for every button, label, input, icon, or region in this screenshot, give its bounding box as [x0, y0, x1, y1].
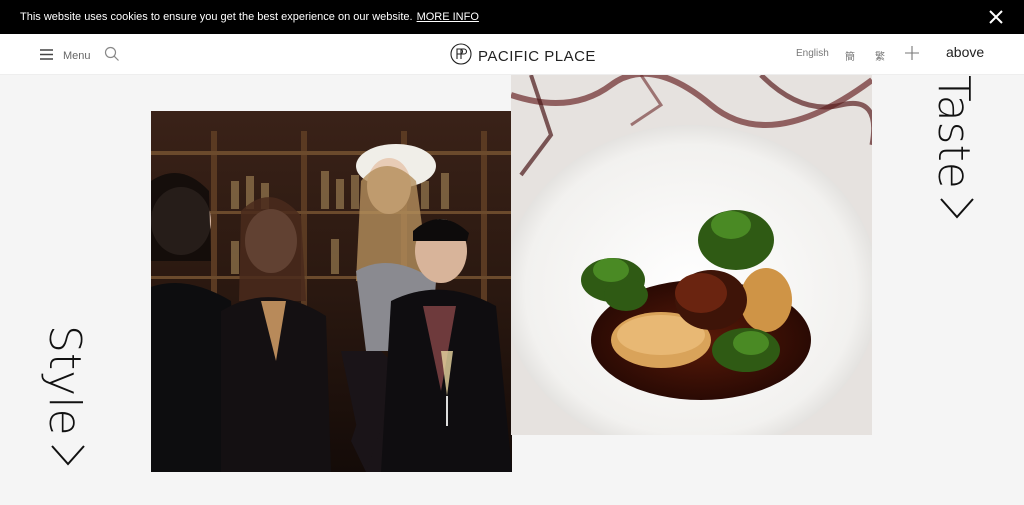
hamburger-icon — [40, 47, 53, 65]
site-header: Menu PACIFIC PLACE English 簡 繁 above — [0, 34, 1024, 75]
pacific-place-monogram-icon — [450, 43, 472, 70]
style-label: Style — [39, 325, 90, 436]
chevron-right-icon — [39, 444, 90, 466]
taste-photo[interactable] — [511, 75, 872, 435]
taste-label: Taste — [928, 75, 979, 189]
search-icon[interactable] — [104, 46, 120, 67]
style-section-link[interactable]: Style — [39, 325, 90, 475]
style-photo[interactable] — [151, 111, 512, 472]
site-logo[interactable]: PACIFIC PLACE — [450, 43, 596, 70]
plus-icon[interactable] — [904, 45, 920, 66]
taste-photo-illustration — [511, 75, 872, 435]
menu-button[interactable]: Menu — [40, 47, 91, 65]
logo-wordmark: PACIFIC PLACE — [478, 48, 596, 65]
taste-section-link[interactable]: Taste — [928, 75, 979, 230]
language-english[interactable]: English — [796, 48, 829, 59]
language-traditional-chinese[interactable]: 繁 — [875, 48, 885, 63]
cookie-banner: This website uses cookies to ensure you … — [0, 0, 1024, 34]
cookie-more-info-link[interactable]: MORE INFO — [417, 11, 479, 23]
language-simplified-chinese[interactable]: 簡 — [845, 48, 855, 63]
close-icon[interactable] — [988, 9, 1004, 25]
chevron-right-icon — [928, 197, 979, 219]
menu-label: Menu — [63, 50, 91, 62]
above-link[interactable]: above — [946, 44, 984, 60]
style-photo-illustration — [151, 111, 512, 472]
cookie-message: This website uses cookies to ensure you … — [20, 11, 413, 23]
